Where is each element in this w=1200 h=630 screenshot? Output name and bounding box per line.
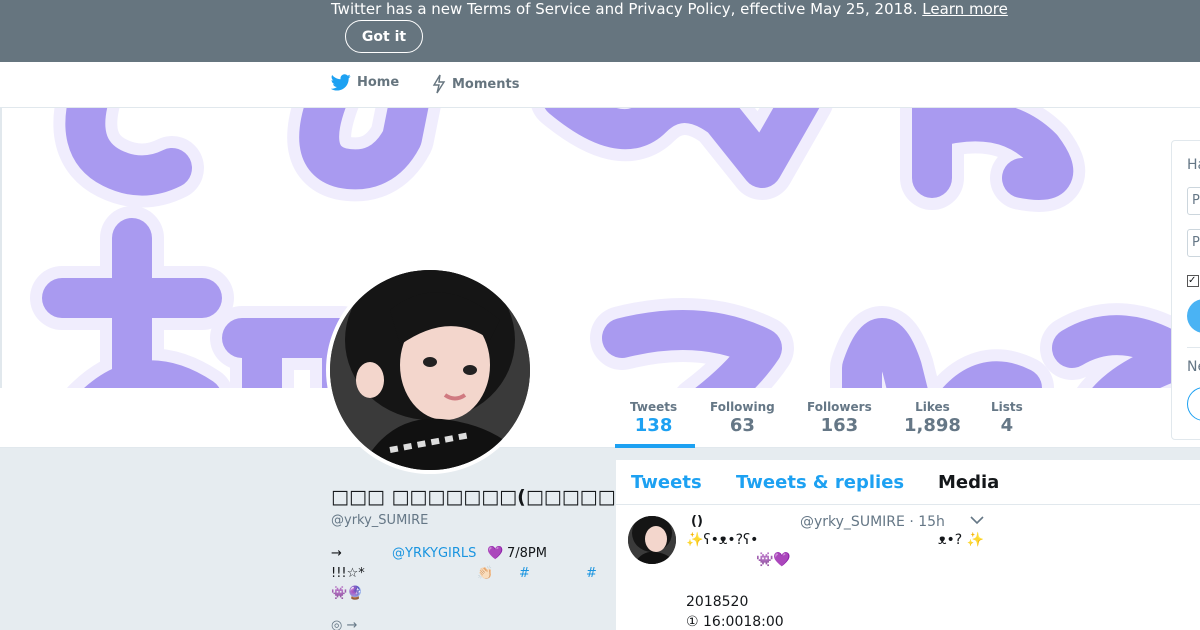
tweet-timestamp[interactable]: · 15h: [909, 514, 945, 530]
bio-emoji: 👾🔮: [331, 586, 364, 601]
tweet-author-name[interactable]: (): [691, 514, 703, 529]
got-it-button[interactable]: Got it: [345, 20, 423, 53]
bio-location: ◎ →: [331, 618, 358, 630]
stat-followers-label: Followers: [807, 400, 872, 414]
lightning-icon: [432, 74, 446, 94]
bird-icon: [331, 74, 351, 91]
timeline: Tweets Tweets & replies Media () @yrky_S…: [616, 460, 1200, 630]
chevron-down-icon[interactable]: [970, 515, 984, 525]
tweet-author-handle: @yrky_SUMIRE · 15h: [800, 514, 945, 530]
remember-me-checkbox[interactable]: ✓: [1187, 275, 1199, 287]
notice-banner: Twitter has a new Terms of Service and P…: [0, 0, 1200, 62]
nav-home-label: Home: [357, 75, 400, 90]
stat-tweets-label: Tweets: [630, 400, 678, 414]
bio-arrow: →: [331, 546, 342, 561]
password-field[interactable]: P: [1187, 229, 1200, 257]
bio-line: !!!☆* 👏🏻 # #: [331, 564, 606, 584]
tweet-line-start: ✨ʕ•ᴥ•?ʕ•: [686, 532, 759, 548]
stat-lists-label: Lists: [991, 400, 1023, 414]
timeline-tabs: Tweets Tweets & replies Media: [616, 460, 1200, 505]
tweet-line-end: ᴥ•? ✨: [938, 532, 985, 548]
nav-moments-label: Moments: [452, 76, 520, 92]
stat-likes[interactable]: Likes 1,898: [904, 400, 961, 436]
nav-home[interactable]: Home: [331, 74, 399, 91]
tab-tweets-replies[interactable]: Tweets & replies: [736, 472, 904, 493]
profile-handle[interactable]: @yrky_SUMIRE: [331, 513, 428, 528]
profile-stats-bar: Tweets 138 Following 63 Followers 163 Li…: [0, 388, 1200, 448]
tweet-line: ✨ʕ•ᴥ•?ʕ• ᴥ•? ✨: [686, 530, 1006, 550]
stat-lists-value: 4: [1000, 415, 1014, 436]
avatar-photo: [330, 270, 530, 470]
tab-media[interactable]: Media: [938, 472, 999, 493]
bio-line: → @YRKYGIRLS 💜 7/8PM: [331, 544, 606, 564]
hashtag-link[interactable]: #: [519, 564, 530, 584]
active-stat-indicator: [615, 444, 695, 448]
stat-followers-value: 163: [820, 415, 859, 436]
signup-button[interactable]: [1187, 387, 1200, 421]
bio-schedule-text: 7/8PM: [507, 546, 547, 561]
clap-emoji: 👏🏻: [477, 566, 494, 581]
stat-following-value: 63: [729, 415, 755, 436]
profile-avatar[interactable]: [326, 266, 534, 474]
hashtag-link[interactable]: #: [586, 564, 597, 584]
bio-text: !!!☆*: [331, 566, 365, 581]
stat-following[interactable]: Following 63: [710, 400, 775, 436]
tweet-avatar[interactable]: [628, 516, 676, 564]
bio-mention-link[interactable]: @YRKYGIRLS: [392, 544, 476, 564]
stat-tweets-value: 138: [634, 415, 673, 436]
tweet-text: ✨ʕ•ᴥ•?ʕ• ᴥ•? ✨ 👾💜: [686, 530, 1006, 570]
tweet-date-block: 2018520 ① 16:0018:00: [686, 592, 784, 630]
login-widget: Ha P P ✓ Ne: [1171, 140, 1200, 440]
stat-likes-label: Likes: [915, 400, 950, 414]
tweet-avatar-photo: [628, 516, 676, 564]
profile-header-image: [0, 108, 1200, 388]
bio-line: ◎ →: [331, 616, 606, 630]
header-artwork: [30, 108, 1200, 388]
stat-likes-value: 1,898: [904, 415, 961, 436]
purple-heart-emoji: 💜: [487, 546, 504, 561]
login-title: Ha: [1187, 157, 1200, 173]
tweet-date: 2018520: [686, 594, 749, 610]
username-field[interactable]: P: [1187, 187, 1200, 215]
stat-followers[interactable]: Followers 163: [807, 400, 872, 436]
tweet-time-range: ① 16:0018:00: [686, 614, 784, 630]
profile-bio: → @YRKYGIRLS 💜 7/8PM !!!☆* 👏🏻 # # 👾🔮 ◎ →: [331, 544, 606, 630]
nav-moments[interactable]: Moments: [432, 74, 519, 94]
stat-following-label: Following: [710, 400, 775, 414]
new-to-twitter-label: Ne: [1187, 359, 1200, 375]
stat-tweets[interactable]: Tweets 138: [630, 400, 677, 436]
notice-message: Twitter has a new Terms of Service and P…: [331, 0, 918, 18]
global-nav: Home Moments: [0, 62, 1200, 108]
stat-lists[interactable]: Lists 4: [991, 400, 1023, 436]
divider: [1187, 347, 1200, 348]
tweet-emoji-line: 👾💜: [756, 552, 791, 568]
bio-line: 👾🔮: [331, 584, 606, 604]
tweet-handle-text[interactable]: @yrky_SUMIRE: [800, 514, 905, 530]
notice-text: Twitter has a new Terms of Service and P…: [331, 0, 1008, 18]
learn-more-link[interactable]: Learn more: [922, 0, 1008, 18]
tab-tweets[interactable]: Tweets: [631, 472, 702, 493]
login-button[interactable]: [1187, 299, 1200, 333]
